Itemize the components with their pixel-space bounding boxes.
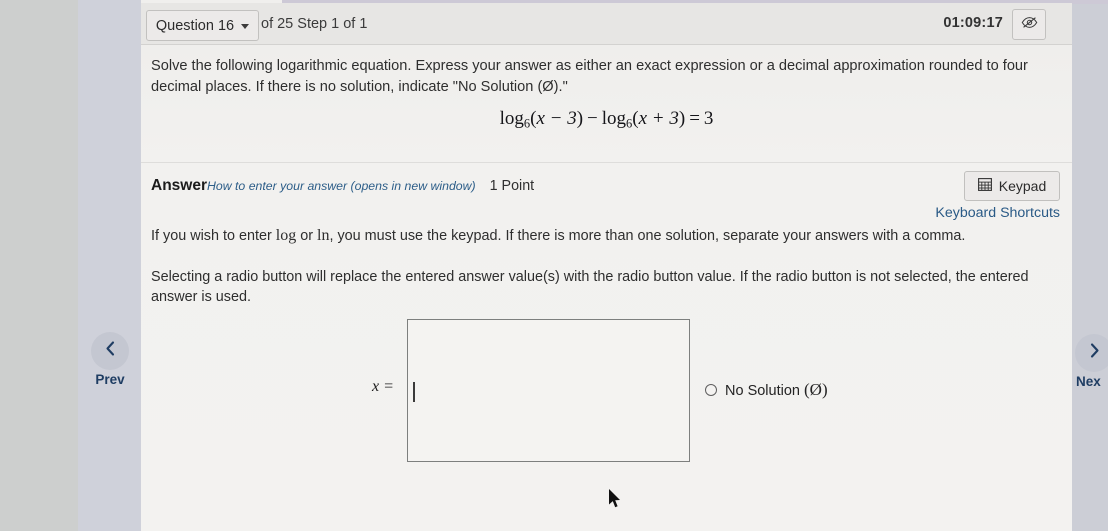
answer-input[interactable] bbox=[407, 319, 690, 462]
question-number-dropdown[interactable]: Question 16 bbox=[146, 10, 259, 41]
prev-circle bbox=[91, 332, 129, 370]
exam-timer: 01:09:17 bbox=[943, 15, 1003, 31]
chevron-down-icon bbox=[241, 24, 250, 29]
equation-arg2: x + 3 bbox=[638, 108, 679, 129]
question-prompt: Solve the following logarithmic equation… bbox=[151, 58, 1028, 95]
equation-log2-name: log bbox=[601, 108, 627, 129]
no-solution-radio[interactable] bbox=[705, 384, 717, 396]
answer-header-row: AnswerHow to enter your answer (opens in… bbox=[151, 177, 534, 195]
x-equals-label: x = bbox=[372, 378, 394, 396]
equation-rhs: 3 bbox=[703, 108, 714, 129]
points-label: 1 Point bbox=[489, 178, 535, 194]
keypad-grid-icon bbox=[977, 178, 992, 194]
hide-timer-button[interactable] bbox=[1012, 9, 1046, 40]
keypad-hint-ln: ln bbox=[317, 227, 330, 244]
text-cursor bbox=[413, 382, 415, 402]
page-background-left bbox=[0, 0, 78, 531]
next-question-button[interactable]: Nex bbox=[1075, 334, 1108, 389]
keypad-hint-text: If you wish to enter log or ln, you must… bbox=[151, 227, 965, 245]
question-equation: log6(x − 3) − log6(x + 3) = 3 bbox=[141, 108, 1072, 132]
step-label: of 25 Step 1 of 1 bbox=[261, 16, 368, 32]
radio-hint-text: Selecting a radio button will replace th… bbox=[151, 269, 1029, 305]
keypad-hint-post: , you must use the keypad. If there is m… bbox=[329, 228, 966, 244]
page-background-left-panel bbox=[78, 0, 141, 531]
answer-title: Answer bbox=[151, 177, 207, 194]
question-card: Question 16 of 25 Step 1 of 1 01:09:17 S… bbox=[141, 0, 1108, 531]
next-label: Nex bbox=[1076, 374, 1101, 389]
equation-log1-name: log bbox=[499, 108, 524, 129]
equation-arg1: x − 3 bbox=[536, 108, 577, 129]
page-background-right-panel bbox=[1072, 0, 1108, 531]
keypad-button-label: Keypad bbox=[998, 178, 1047, 194]
how-to-enter-answer-link[interactable]: How to enter your answer (opens in new w… bbox=[207, 179, 476, 193]
card-inner: Question 16 of 25 Step 1 of 1 01:09:17 S… bbox=[141, 3, 1072, 531]
keyboard-shortcuts-link[interactable]: Keyboard Shortcuts bbox=[935, 205, 1060, 221]
keypad-hint-log: log bbox=[275, 227, 297, 244]
no-solution-text: No Solution bbox=[725, 383, 800, 399]
prev-label: Prev bbox=[95, 372, 125, 387]
equation-operator: − bbox=[587, 108, 598, 129]
chevron-right-icon bbox=[1089, 343, 1100, 363]
keypad-button[interactable]: Keypad bbox=[964, 171, 1060, 201]
prev-question-button[interactable]: Prev bbox=[86, 332, 134, 387]
keypad-hint-mid: or bbox=[296, 228, 318, 244]
eye-slash-icon bbox=[1021, 16, 1038, 34]
no-solution-symbol: (Ø) bbox=[804, 380, 828, 399]
no-solution-label: No Solution (Ø) bbox=[725, 380, 828, 400]
no-solution-option[interactable]: No Solution (Ø) bbox=[705, 380, 828, 400]
keypad-hint-pre: If you wish to enter bbox=[151, 228, 276, 244]
x-equals-text: x = bbox=[372, 378, 394, 395]
question-header-bar: Question 16 of 25 Step 1 of 1 01:09:17 bbox=[141, 3, 1072, 45]
equation-equals: = bbox=[689, 108, 700, 129]
next-circle bbox=[1075, 334, 1108, 372]
question-body: Solve the following logarithmic equation… bbox=[141, 45, 1072, 163]
question-number-label: Question 16 bbox=[155, 17, 235, 34]
chevron-left-icon bbox=[105, 341, 116, 361]
